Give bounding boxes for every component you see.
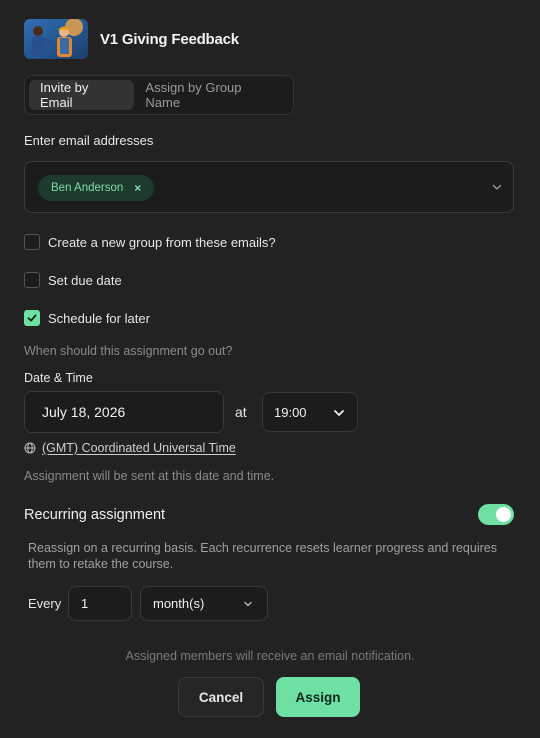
tab-assign-by-group-name[interactable]: Assign by Group Name xyxy=(134,80,289,110)
time-select[interactable]: 19:00 xyxy=(262,392,358,432)
chevron-down-icon[interactable] xyxy=(491,181,503,193)
notification-notice: Assigned members will receive an email n… xyxy=(125,649,415,663)
globe-icon xyxy=(24,442,36,454)
email-chip: Ben Anderson × xyxy=(38,175,155,201)
course-title: V1 Giving Feedback xyxy=(100,30,239,48)
email-input[interactable]: Ben Anderson × xyxy=(24,161,514,213)
email-chip-label: Ben Anderson xyxy=(51,182,124,194)
schedule-question: When should this assignment go out? xyxy=(24,344,233,358)
datetime-label: Date & Time xyxy=(24,371,93,385)
create-group-checkbox[interactable] xyxy=(24,234,40,250)
due-date-label: Set due date xyxy=(48,272,122,288)
cancel-button[interactable]: Cancel xyxy=(178,677,264,717)
assign-mode-tabs: Invite by Email Assign by Group Name xyxy=(24,75,294,115)
modal-header: V1 Giving Feedback xyxy=(24,19,239,59)
chevron-down-icon xyxy=(244,601,252,607)
create-group-option[interactable]: Create a new group from these emails? xyxy=(24,234,276,250)
email-label: Enter email addresses xyxy=(24,133,154,148)
date-input[interactable]: July 18, 2026 xyxy=(24,391,224,433)
checkmark-icon xyxy=(27,314,37,322)
due-date-checkbox[interactable] xyxy=(24,272,40,288)
schedule-option[interactable]: Schedule for later xyxy=(24,310,150,326)
assign-modal: V1 Giving Feedback Invite by Email Assig… xyxy=(0,0,540,738)
at-label: at xyxy=(235,404,247,420)
close-icon[interactable]: × xyxy=(134,181,141,195)
course-thumbnail xyxy=(24,19,88,59)
timezone-link[interactable]: (GMT) Coordinated Universal Time xyxy=(24,441,236,455)
timezone-label: (GMT) Coordinated Universal Time xyxy=(42,441,236,455)
time-value: 19:00 xyxy=(274,404,307,420)
assign-button[interactable]: Assign xyxy=(276,677,360,717)
toggle-knob xyxy=(496,507,511,522)
chevron-down-icon xyxy=(334,410,344,416)
recurring-label: Recurring assignment xyxy=(24,507,166,523)
every-interval-input[interactable]: 1 xyxy=(68,586,132,621)
due-date-option[interactable]: Set due date xyxy=(24,272,122,288)
tab-invite-by-email[interactable]: Invite by Email xyxy=(29,80,135,110)
interval-unit-select[interactable]: month(s) xyxy=(140,586,268,621)
recurring-description: Reassign on a recurring basis. Each recu… xyxy=(28,541,497,571)
schedule-checkbox[interactable] xyxy=(24,310,40,326)
every-label: Every xyxy=(28,596,62,611)
schedule-label: Schedule for later xyxy=(48,310,150,326)
create-group-label: Create a new group from these emails? xyxy=(48,234,276,250)
schedule-hint: Assignment will be sent at this date and… xyxy=(24,469,275,483)
recurring-toggle[interactable] xyxy=(478,504,514,525)
interval-unit-value: month(s) xyxy=(153,596,205,611)
